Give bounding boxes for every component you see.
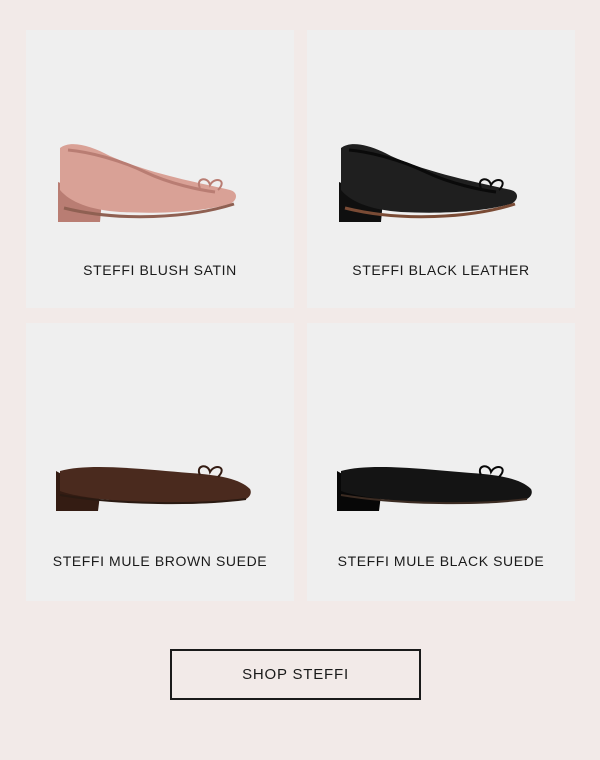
product-name[interactable]: STEFFI MULE BROWN SUEDE (26, 553, 294, 569)
product-card-steffi-black-leather[interactable]: STEFFI BLACK LEATHER (307, 30, 575, 308)
shoe-image[interactable] (50, 443, 270, 553)
product-name[interactable]: STEFFI BLUSH SATIN (26, 262, 294, 278)
product-name[interactable]: STEFFI MULE BLACK SUEDE (307, 553, 575, 569)
product-card-steffi-blush-satin[interactable]: STEFFI BLUSH SATIN (26, 30, 294, 308)
shoe-image[interactable] (50, 130, 270, 240)
product-name[interactable]: STEFFI BLACK LEATHER (307, 262, 575, 278)
shoe-image[interactable] (331, 130, 551, 240)
product-card-steffi-mule-brown-suede[interactable]: STEFFI MULE BROWN SUEDE (26, 323, 294, 601)
shop-steffi-button[interactable]: SHOP STEFFI (170, 649, 421, 700)
product-card-steffi-mule-black-suede[interactable]: STEFFI MULE BLACK SUEDE (307, 323, 575, 601)
shoe-image[interactable] (331, 443, 551, 553)
